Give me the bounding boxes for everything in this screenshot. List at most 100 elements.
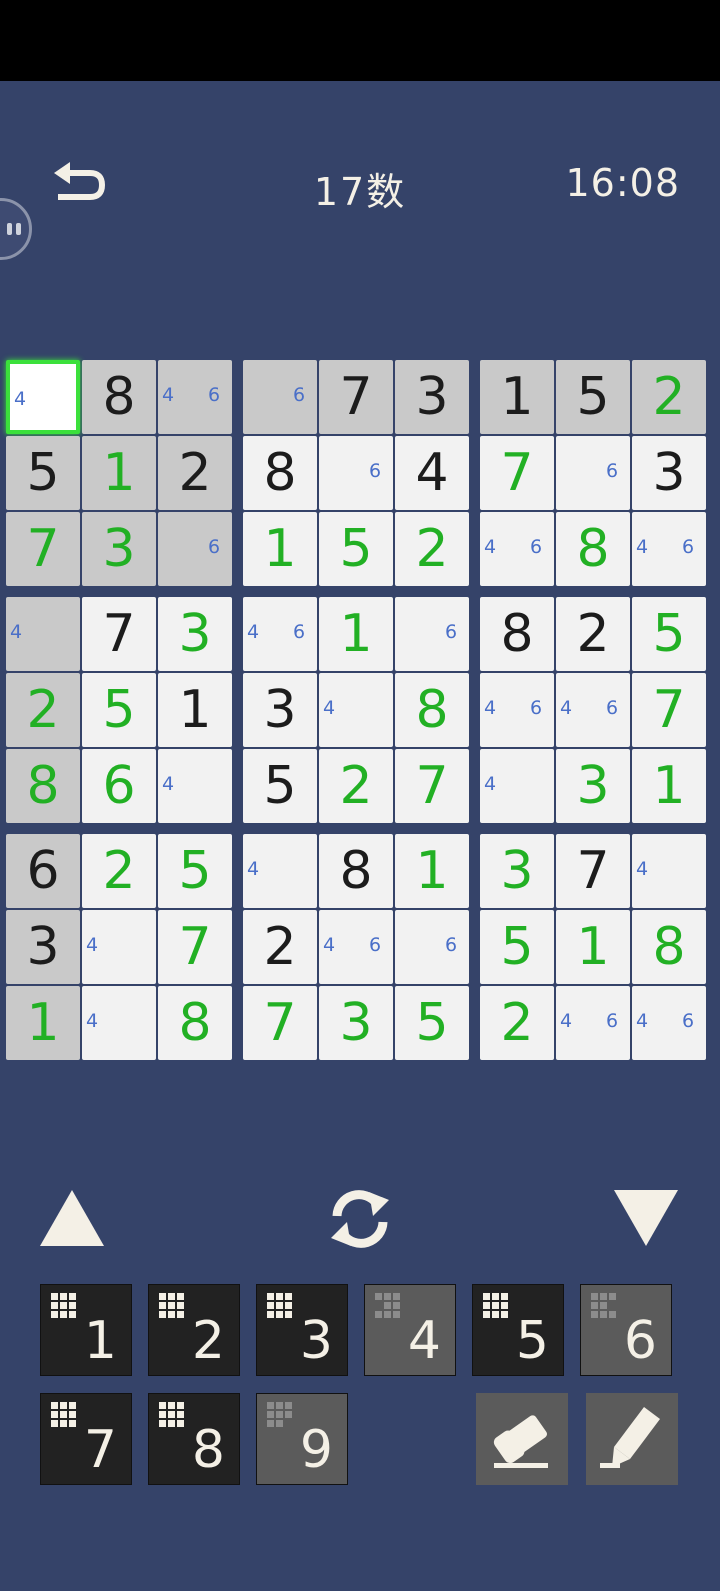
sudoku-cell[interactable]: 4 [632, 834, 706, 908]
sudoku-cell[interactable]: 6 [243, 360, 317, 434]
digit-key-7[interactable]: 7 [40, 1393, 132, 1485]
sudoku-cell[interactable]: 6 [82, 749, 156, 823]
sudoku-cell[interactable]: 3 [6, 910, 80, 984]
sudoku-cell[interactable]: 46 [632, 512, 706, 586]
sudoku-cell[interactable]: 8 [82, 360, 156, 434]
triangle-up-icon[interactable] [40, 1190, 104, 1246]
sudoku-cell[interactable]: 6 [319, 436, 393, 510]
sudoku-cell[interactable]: 46 [480, 673, 554, 747]
sudoku-cell[interactable]: 1 [395, 834, 469, 908]
sudoku-cell[interactable]: 2 [556, 597, 630, 671]
sudoku-cell[interactable]: 8 [480, 597, 554, 671]
sudoku-cell[interactable]: 8 [319, 834, 393, 908]
sudoku-cell[interactable]: 5 [243, 749, 317, 823]
sudoku-cell[interactable]: 46 [480, 512, 554, 586]
sudoku-cell[interactable]: 6 [6, 834, 80, 908]
digit-key-4[interactable]: 4 [364, 1284, 456, 1376]
sudoku-cell[interactable]: 3 [480, 834, 554, 908]
sudoku-cell[interactable]: 2 [319, 749, 393, 823]
back-button[interactable] [50, 161, 110, 211]
sudoku-cell[interactable]: 46 [243, 597, 317, 671]
sudoku-cell[interactable]: 2 [395, 512, 469, 586]
sudoku-cell[interactable]: 4 [243, 834, 317, 908]
sudoku-cell[interactable]: 7 [395, 749, 469, 823]
sudoku-cell[interactable]: 2 [6, 673, 80, 747]
sudoku-cell[interactable]: 1 [319, 597, 393, 671]
sudoku-cell[interactable]: 7 [82, 597, 156, 671]
sudoku-cell[interactable]: 2 [480, 986, 554, 1060]
sudoku-cell[interactable]: 5 [556, 360, 630, 434]
sudoku-cell[interactable]: 8 [556, 512, 630, 586]
sudoku-cell[interactable]: 5 [632, 597, 706, 671]
sudoku-cell[interactable]: 1 [480, 360, 554, 434]
sudoku-cell[interactable]: 8 [6, 749, 80, 823]
digit-key-1[interactable]: 1 [40, 1284, 132, 1376]
sudoku-cell[interactable]: 1 [6, 986, 80, 1060]
sudoku-cell[interactable]: 7 [480, 436, 554, 510]
sudoku-cell[interactable]: 8 [158, 986, 232, 1060]
sudoku-cell[interactable]: 1 [82, 436, 156, 510]
sudoku-cell[interactable]: 4 [158, 749, 232, 823]
sudoku-cell[interactable]: 1 [158, 673, 232, 747]
digit-key-3[interactable]: 3 [256, 1284, 348, 1376]
sudoku-cell[interactable]: 4 [319, 673, 393, 747]
sudoku-cell[interactable]: 3 [319, 986, 393, 1060]
sudoku-cell[interactable]: 4 [82, 910, 156, 984]
pencil-mark: 4 [636, 1010, 649, 1032]
sudoku-cell[interactable]: 46 [556, 673, 630, 747]
sudoku-cell[interactable]: 2 [82, 834, 156, 908]
sudoku-cell[interactable]: 8 [632, 910, 706, 984]
sudoku-cell[interactable]: 7 [158, 910, 232, 984]
pencil-button[interactable] [586, 1393, 678, 1485]
sudoku-cell[interactable]: 3 [158, 597, 232, 671]
sudoku-cell[interactable]: 46 [632, 986, 706, 1060]
sudoku-cell[interactable]: 7 [319, 360, 393, 434]
sudoku-cell[interactable]: 5 [158, 834, 232, 908]
sudoku-cell[interactable]: 4 [395, 436, 469, 510]
sudoku-cell[interactable]: 3 [395, 360, 469, 434]
sudoku-cell[interactable]: 6 [395, 910, 469, 984]
sudoku-cell[interactable]: 3 [82, 512, 156, 586]
sudoku-cell[interactable]: 3 [632, 436, 706, 510]
sudoku-cell[interactable]: 2 [243, 910, 317, 984]
digit-key-9[interactable]: 9 [256, 1393, 348, 1485]
sudoku-cell[interactable]: 7 [6, 512, 80, 586]
sudoku-cell[interactable]: 5 [82, 673, 156, 747]
digit-key-6[interactable]: 6 [580, 1284, 672, 1376]
sudoku-cell[interactable]: 6 [395, 597, 469, 671]
refresh-button[interactable] [325, 1186, 395, 1252]
sudoku-cell[interactable]: 8 [243, 436, 317, 510]
sudoku-cell[interactable]: 4 [6, 360, 80, 434]
sudoku-cell[interactable]: 7 [556, 834, 630, 908]
timer-display: 16:08 [565, 161, 680, 205]
sudoku-cell[interactable]: 1 [556, 910, 630, 984]
sudoku-cell[interactable]: 4 [82, 986, 156, 1060]
sudoku-cell[interactable]: 7 [632, 673, 706, 747]
sudoku-cell[interactable]: 46 [158, 360, 232, 434]
eraser-button[interactable] [476, 1393, 568, 1485]
sudoku-cell[interactable]: 3 [556, 749, 630, 823]
digit-key-2[interactable]: 2 [148, 1284, 240, 1376]
sudoku-cell[interactable]: 5 [395, 986, 469, 1060]
sudoku-cell[interactable]: 46 [319, 910, 393, 984]
sudoku-cell[interactable]: 8 [395, 673, 469, 747]
sudoku-cell[interactable]: 2 [632, 360, 706, 434]
sudoku-cell[interactable]: 6 [556, 436, 630, 510]
sudoku-cell[interactable]: 4 [6, 597, 80, 671]
sudoku-cell[interactable]: 5 [6, 436, 80, 510]
sudoku-cell[interactable]: 7 [243, 986, 317, 1060]
pencil-mark: 6 [369, 934, 382, 956]
sudoku-cell[interactable]: 46 [556, 986, 630, 1060]
sudoku-cell[interactable]: 3 [243, 673, 317, 747]
sudoku-cell[interactable]: 5 [319, 512, 393, 586]
sudoku-cell[interactable]: 1 [632, 749, 706, 823]
sudoku-cell[interactable]: 4 [480, 749, 554, 823]
digit-key-5[interactable]: 5 [472, 1284, 564, 1376]
sudoku-cell[interactable]: 6 [158, 512, 232, 586]
triangle-down-icon[interactable] [614, 1190, 678, 1246]
digit-key-label: 9 [299, 1420, 333, 1480]
sudoku-cell[interactable]: 2 [158, 436, 232, 510]
digit-key-8[interactable]: 8 [148, 1393, 240, 1485]
sudoku-cell[interactable]: 5 [480, 910, 554, 984]
sudoku-cell[interactable]: 1 [243, 512, 317, 586]
